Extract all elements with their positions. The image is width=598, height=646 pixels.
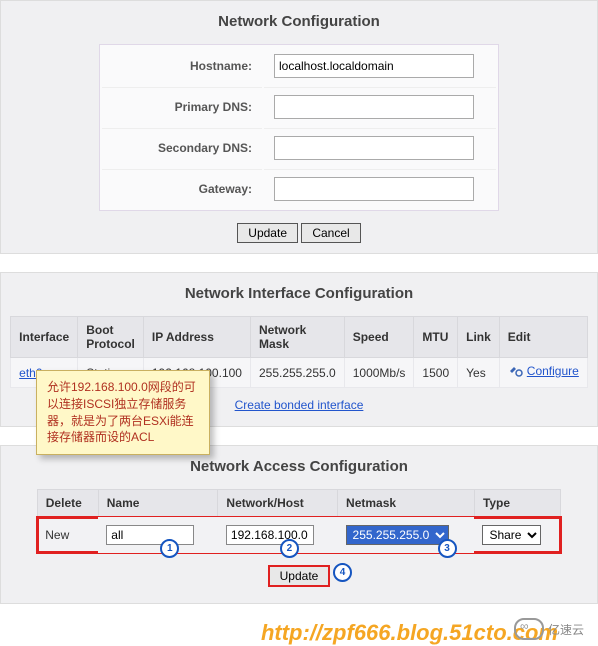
col-name: Name: [98, 490, 218, 517]
col-type: Type: [474, 490, 560, 517]
access-table: Delete Name Network/Host Netmask Type Ne…: [37, 489, 561, 553]
marker-3: 3: [438, 539, 457, 558]
mask-value: 255.255.255.0: [250, 358, 344, 388]
access-row-new: New 1 2 255.255.255.0 3 Shar: [37, 517, 560, 554]
type-select[interactable]: Share: [482, 525, 541, 545]
cloud-icon: [514, 618, 544, 640]
col-boot: Boot Protocol: [78, 317, 144, 358]
row-status: New: [37, 517, 98, 554]
col-edit: Edit: [499, 317, 587, 358]
col-delete: Delete: [37, 490, 98, 517]
cancel-button[interactable]: Cancel: [301, 223, 360, 243]
col-mtu: MTU: [414, 317, 458, 358]
col-link: Link: [458, 317, 500, 358]
configure-link[interactable]: Configure: [508, 364, 579, 378]
hostname-label: Hostname:: [102, 47, 262, 85]
col-netmask: Netmask: [338, 490, 475, 517]
network-config-section: Network Configuration Hostname: Primary …: [0, 0, 598, 254]
hostname-input[interactable]: [274, 54, 474, 78]
name-input[interactable]: [106, 525, 194, 545]
mtu-value: 1500: [414, 358, 458, 388]
gateway-input[interactable]: [274, 177, 474, 201]
nethost-input[interactable]: [226, 525, 314, 545]
configure-label: Configure: [527, 364, 579, 378]
link-value: Yes: [458, 358, 500, 388]
watermark-brand-text: 亿速云: [548, 621, 584, 638]
netmask-select[interactable]: 255.255.255.0: [346, 525, 449, 545]
watermark-url: http://zpf666.blog.51cto.com: [0, 620, 598, 646]
gateway-label: Gateway:: [102, 169, 262, 208]
network-config-title: Network Configuration: [1, 1, 597, 44]
col-speed: Speed: [344, 317, 414, 358]
access-update-button[interactable]: Update: [268, 565, 331, 587]
primary-dns-label: Primary DNS:: [102, 87, 262, 126]
update-button[interactable]: Update: [237, 223, 298, 243]
create-bonded-link[interactable]: Create bonded interface: [235, 398, 364, 412]
annotation-callout: 允许192.168.100.0网段的可以连接ISCSI独立存储服务器，就是为了两…: [36, 370, 210, 455]
watermark-brand-logo: 亿速云: [514, 618, 584, 640]
marker-4: 4: [333, 563, 352, 582]
marker-2: 2: [280, 539, 299, 558]
secondary-dns-label: Secondary DNS:: [102, 128, 262, 167]
network-config-form: Hostname: Primary DNS: Secondary DNS: Ga…: [99, 44, 499, 211]
col-interface: Interface: [11, 317, 78, 358]
col-mask: Network Mask: [250, 317, 344, 358]
col-nethost: Network/Host: [218, 490, 338, 517]
col-ip: IP Address: [143, 317, 250, 358]
primary-dns-input[interactable]: [274, 95, 474, 119]
access-section: Network Access Configuration Delete Name…: [0, 445, 598, 604]
speed-value: 1000Mb/s: [344, 358, 414, 388]
tools-icon: [508, 364, 524, 378]
nic-title: Network Interface Configuration: [1, 273, 597, 316]
secondary-dns-input[interactable]: [274, 136, 474, 160]
